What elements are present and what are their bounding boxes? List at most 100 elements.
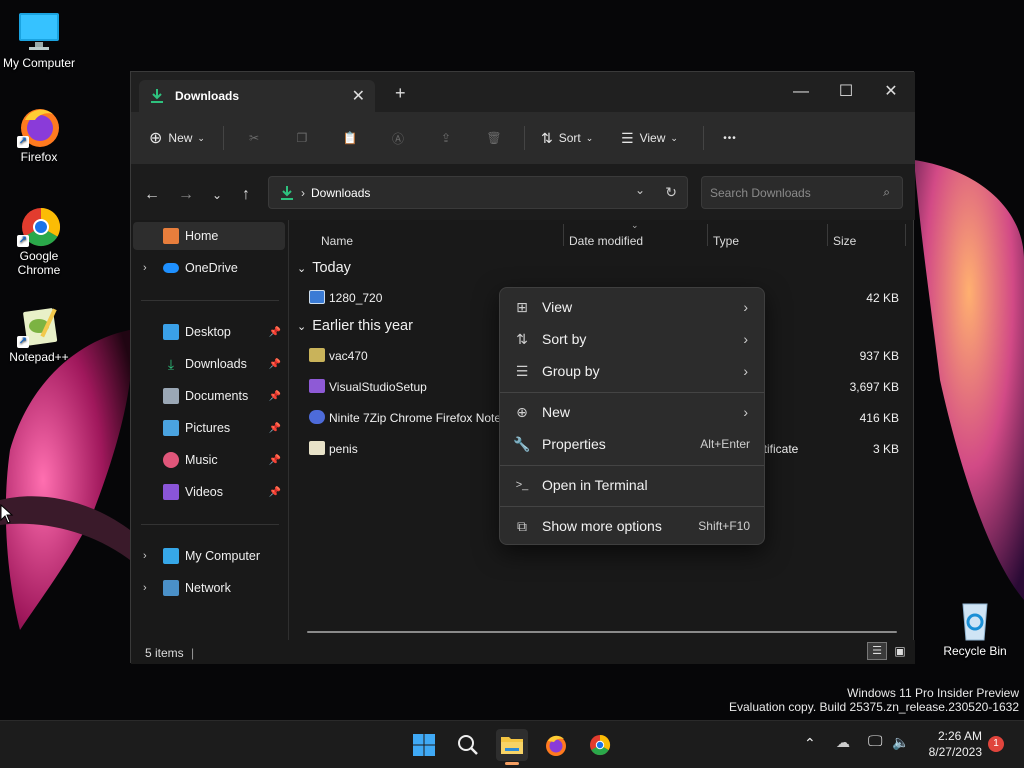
pin-icon[interactable]: 📌 [269, 327, 281, 338]
desktop-icon-notepad-plus-plus[interactable]: ↗ Notepad++ [0, 304, 78, 364]
recycle-bin-icon [962, 603, 988, 641]
menu-item-group-by[interactable]: ☰ Group by › [504, 356, 760, 386]
minimize-button[interactable]: — [781, 78, 821, 106]
details-view-icon[interactable]: ☰ [867, 642, 887, 660]
volume-icon[interactable]: 🔈 [892, 734, 909, 751]
menu-item-label: Show more options [542, 518, 662, 534]
desktop-icon-firefox[interactable]: ↗ Firefox [0, 104, 78, 164]
tab-close-icon[interactable]: ✕ [352, 86, 365, 106]
file-name: Ninite 7Zip Chrome Firefox Note [329, 411, 502, 425]
taskbar-app-firefox[interactable] [540, 729, 572, 761]
column-header-date-modified[interactable]: Date modified [569, 234, 643, 248]
column-separator[interactable] [905, 224, 906, 246]
menu-item-properties[interactable]: 🔧 Properties Alt+Enter [504, 429, 760, 459]
expand-chevron-icon[interactable]: › [143, 262, 147, 274]
sidebar-item-network[interactable]: › Network [133, 574, 285, 602]
column-header-type[interactable]: Type [713, 234, 739, 248]
address-bar[interactable]: › Downloads ⌄ ↻ [268, 176, 688, 209]
close-window-button[interactable]: ✕ [871, 78, 911, 106]
tiles-view-icon[interactable]: ▣ [891, 642, 909, 660]
recent-locations-chevron-icon[interactable]: ⌄ [206, 184, 228, 206]
column-separator[interactable] [563, 224, 564, 246]
menu-item-label: New [542, 404, 571, 420]
pin-icon[interactable]: 📌 [269, 423, 281, 434]
chevron-down-icon: ⌄ [197, 132, 205, 143]
view-button[interactable]: ☰ View ⌄ [611, 122, 697, 154]
column-header-name[interactable]: Name [321, 234, 353, 248]
sidebar-item-desktop[interactable]: Desktop 📌 [133, 318, 285, 346]
search-input[interactable]: Search Downloads ⌕ [701, 176, 903, 209]
sidebar-item-home[interactable]: Home [133, 222, 285, 250]
pin-icon[interactable]: 📌 [269, 391, 281, 402]
sidebar-item-onedrive[interactable]: › OneDrive [133, 254, 285, 282]
onedrive-offline-icon[interactable]: ☁ [836, 734, 850, 751]
sidebar-item-my-computer[interactable]: › My Computer [133, 542, 285, 570]
menu-item-show-more-options[interactable]: ⧉ Show more options Shift+F10 [504, 511, 760, 541]
pin-icon[interactable]: 📌 [269, 487, 281, 498]
desktop-icon-google-chrome[interactable]: ↗ Google Chrome [0, 203, 78, 277]
sidebar-item-label: Videos [185, 485, 223, 499]
group-header-today[interactable]: ⌄ Today [297, 260, 351, 276]
sidebar-item-downloads[interactable]: ⤓ Downloads 📌 [133, 350, 285, 378]
more-options-button[interactable]: ••• [710, 122, 750, 154]
search-button[interactable] [452, 729, 484, 761]
taskbar: ⌃ ☁ 🖵 🔈 2:26 AM 8/27/2023 1 [0, 720, 1024, 768]
sidebar-item-pictures[interactable]: Pictures 📌 [133, 414, 285, 442]
menu-item-label: Group by [542, 363, 600, 379]
shortcut-arrow-icon: ↗ [17, 235, 29, 247]
menu-item-new[interactable]: ⊕ New › [504, 397, 760, 427]
file-size: 3,697 KB [849, 380, 899, 394]
paste-icon[interactable]: 📋 [326, 122, 374, 154]
column-header-size[interactable]: Size [833, 234, 856, 248]
expand-chevron-icon[interactable]: › [143, 550, 147, 562]
network-status-icon[interactable]: 🖵 [868, 733, 882, 750]
windows-logo-icon [413, 734, 435, 756]
horizontal-scrollbar[interactable] [307, 631, 897, 633]
maximize-button[interactable]: ☐ [826, 78, 866, 106]
forward-arrow-icon[interactable]: → [175, 184, 197, 206]
breadcrumb-downloads[interactable]: Downloads [311, 186, 370, 200]
pictures-icon [163, 420, 179, 436]
clock[interactable]: 2:26 AM 8/27/2023 [918, 728, 982, 760]
delete-icon[interactable]: 🗑 [470, 122, 518, 154]
sidebar-item-label: Music [185, 453, 218, 467]
menu-item-view[interactable]: ⊞ View › [504, 292, 760, 322]
sidebar-item-music[interactable]: Music 📌 [133, 446, 285, 474]
menu-item-open-in-terminal[interactable]: >_ Open in Terminal [504, 470, 760, 500]
download-icon: ⤓ [167, 356, 175, 372]
back-arrow-icon[interactable]: ← [141, 184, 163, 206]
group-header-earlier-this-year[interactable]: ⌄ Earlier this year [297, 318, 413, 334]
search-icon: ⌕ [883, 185, 890, 199]
column-separator[interactable] [827, 224, 828, 246]
show-hidden-icons-chevron-icon[interactable]: ⌃ [804, 735, 816, 752]
desktop-icon-my-computer[interactable]: My Computer [0, 10, 78, 70]
up-arrow-icon[interactable]: ↑ [235, 184, 257, 206]
sort-button[interactable]: ⇅ Sort ⌄ [531, 122, 611, 154]
pin-icon[interactable]: 📌 [269, 359, 281, 370]
notification-badge[interactable]: 1 [988, 736, 1004, 752]
taskbar-app-file-explorer[interactable] [496, 729, 528, 765]
tab-downloads[interactable]: Downloads ✕ [139, 80, 375, 112]
refresh-icon[interactable]: ↻ [665, 184, 677, 201]
sidebar-item-label: My Computer [185, 549, 261, 563]
copy-icon[interactable]: ❐ [278, 122, 326, 154]
sort-icon: ⇅ [516, 330, 528, 347]
new-button[interactable]: ⊕ New ⌄ [149, 122, 217, 154]
new-tab-button[interactable]: + [395, 84, 406, 102]
desktop-icon-label: My Computer [2, 56, 76, 70]
menu-item-sort-by[interactable]: ⇅ Sort by › [504, 324, 760, 354]
share-icon[interactable]: ⇪ [422, 122, 470, 154]
desktop-icon-recycle-bin[interactable]: Recycle Bin [936, 598, 1014, 658]
shortcut-arrow-icon: ↗ [17, 136, 29, 148]
sidebar-item-documents[interactable]: Documents 📌 [133, 382, 285, 410]
start-button[interactable] [408, 729, 440, 761]
pin-icon[interactable]: 📌 [269, 455, 281, 466]
videos-icon [163, 484, 179, 500]
expand-chevron-icon[interactable]: › [143, 582, 147, 594]
address-history-chevron-icon[interactable]: ⌄ [635, 183, 645, 197]
sidebar-item-videos[interactable]: Videos 📌 [133, 478, 285, 506]
taskbar-app-chrome[interactable] [584, 729, 616, 761]
column-separator[interactable] [707, 224, 708, 246]
rename-icon[interactable]: Ⓐ [374, 122, 422, 154]
cut-icon[interactable]: ✂ [230, 122, 278, 154]
